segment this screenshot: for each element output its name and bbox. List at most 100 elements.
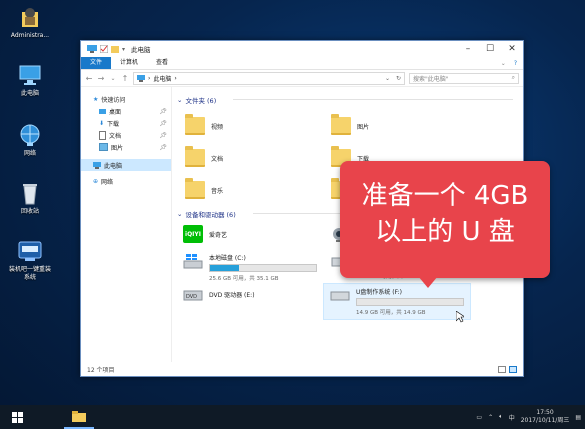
nav-item-pictures[interactable]: 图片 📌︎	[81, 141, 171, 153]
device-label: 本地磁盘 (C:)	[209, 255, 246, 262]
video-folder-icon	[185, 114, 205, 135]
clock-date: 2017/10/11/周三	[520, 417, 570, 424]
chevron-down-icon: ⌄	[177, 210, 183, 218]
desktop-icon-zhuangjiba[interactable]: 装机吧一键重装系统	[8, 238, 52, 282]
help-icon[interactable]: ?	[514, 60, 517, 67]
navigation-pane: ★ 快速访问 桌面 📌︎ ⬇ 下载 📌︎ 文档 📌︎ 图片 📌︎ 此电脑 ⊕ 网…	[81, 87, 172, 362]
zhuangjiba-app-icon	[17, 238, 43, 264]
device-tile-usb-f[interactable]: U盘制作系统 (F:) 14.9 GB 可用，共 14.9 GB	[323, 283, 471, 320]
download-arrow-icon: ⬇	[99, 119, 105, 127]
nav-label: 文档	[109, 132, 122, 140]
nav-network[interactable]: ⊕ 网络	[81, 175, 171, 187]
folder-tile-documents[interactable]: 文档	[185, 146, 224, 167]
nav-label: 图片	[111, 144, 124, 152]
star-icon: ★	[93, 95, 99, 103]
search-placeholder: 搜索"此电脑"	[413, 75, 449, 83]
callout-tail	[418, 276, 438, 288]
pin-icon[interactable]: 📌︎	[159, 144, 167, 151]
new-folder-icon[interactable]	[111, 45, 119, 53]
network-tray-icon[interactable]: ▭	[476, 414, 482, 421]
nav-quick-access[interactable]: ★ 快速访问	[81, 93, 171, 105]
folder-label: 图片	[357, 123, 370, 131]
maximize-button[interactable]: ☐	[479, 41, 501, 57]
properties-icon[interactable]	[100, 45, 108, 53]
device-tile-drive-c[interactable]: 本地磁盘 (C:) 25.6 GB 可用，共 35.1 GB	[183, 253, 317, 282]
pin-icon[interactable]: 📌︎	[159, 108, 167, 115]
tab-file[interactable]: 文件	[81, 57, 112, 69]
devices-group-header[interactable]: ⌄ 设备和驱动器 (6)	[177, 209, 236, 219]
nav-label: 此电脑	[104, 162, 123, 170]
large-icons-view-icon[interactable]	[509, 366, 517, 373]
show-hidden-icons[interactable]: ⌃	[488, 414, 493, 421]
details-view-icon[interactable]	[498, 366, 506, 373]
desktop-icon-this-pc[interactable]: 此电脑	[8, 62, 52, 98]
user-folder-icon	[17, 4, 43, 30]
up-arrow-icon[interactable]: ↑	[121, 74, 129, 83]
callout-line-2: 以上的 U 盘	[375, 217, 515, 247]
recent-locations-icon[interactable]: ⌄	[109, 75, 117, 82]
chevron-down-icon: ⌄	[177, 96, 183, 104]
picture-folder-icon	[331, 114, 351, 135]
folders-group-header[interactable]: ⌄ 文件夹 (6)	[177, 95, 216, 105]
taskbar-file-explorer[interactable]	[64, 405, 94, 429]
desktop-icon-admin[interactable]: Administra...	[8, 4, 52, 40]
forward-arrow-icon[interactable]: →	[97, 74, 105, 83]
desktop-icon-recycle-bin[interactable]: 回收站	[8, 180, 52, 216]
desktop-icon-network[interactable]: 网络	[8, 122, 52, 158]
address-dropdown-icon[interactable]: ⌄	[385, 75, 393, 82]
view-toggle-icons[interactable]	[498, 366, 517, 373]
pin-icon[interactable]: 📌︎	[159, 132, 167, 139]
group-title: 文件夹 (6)	[185, 97, 217, 105]
annotation-callout: 准备一个 4GB 以上的 U 盘	[340, 161, 550, 288]
nav-label: 快速访问	[101, 96, 126, 104]
desktop-icon-label: 网络	[23, 150, 36, 157]
minimize-button[interactable]: –	[457, 41, 479, 57]
group-title: 设备和驱动器 (6)	[185, 211, 236, 219]
volume-tray-icon[interactable]: 🔈︎	[499, 413, 503, 421]
windows-logo-icon	[11, 411, 23, 423]
device-tile-iqiyi[interactable]: iQIYI 爱奇艺	[183, 225, 227, 243]
start-button[interactable]	[0, 405, 34, 429]
clock[interactable]: 17:50 2017/10/11/周三	[521, 409, 570, 425]
folder-icon	[72, 410, 86, 422]
chevron-down-icon[interactable]: ▾	[122, 46, 125, 53]
back-arrow-icon[interactable]: ←	[85, 74, 93, 83]
folder-tile-videos[interactable]: 视频	[185, 114, 223, 135]
tab-view[interactable]: 查看	[147, 57, 177, 69]
desktop-icon-label: 此电脑	[20, 90, 39, 97]
device-label: 爱奇艺	[209, 231, 228, 239]
search-input[interactable]: 搜索"此电脑" ⌕	[409, 72, 519, 84]
nav-item-documents[interactable]: 文档 📌︎	[81, 129, 171, 141]
desktop-icon-label: Administra...	[10, 32, 50, 39]
address-input[interactable]: › 此电脑 › ⌄ ↻	[133, 71, 405, 85]
folder-tile-pictures[interactable]: 图片	[331, 114, 370, 135]
close-button[interactable]: ✕	[501, 41, 523, 57]
refresh-icon[interactable]: ↻	[396, 75, 404, 82]
iqiyi-icon: iQIYI	[183, 225, 203, 243]
device-tile-dvd[interactable]: DVD DVD 驱动器 (E:)	[183, 287, 255, 301]
nav-label: 网络	[101, 178, 114, 186]
recycle-bin-icon	[17, 180, 43, 206]
svg-text:DVD: DVD	[186, 294, 197, 300]
clock-time: 17:50	[536, 409, 554, 416]
folder-label: 文档	[211, 155, 224, 163]
nav-this-pc[interactable]: 此电脑	[81, 159, 171, 171]
status-bar-text: 12 个项目	[87, 367, 115, 374]
notification-icon[interactable]: ▤	[575, 414, 581, 421]
nav-item-downloads[interactable]: ⬇ 下载 📌︎	[81, 117, 171, 129]
computer-small-icon	[87, 45, 97, 53]
drive-usage-bar	[356, 298, 464, 306]
tab-computer[interactable]: 计算机	[111, 57, 147, 69]
nav-item-desktop[interactable]: 桌面 📌︎	[81, 105, 171, 117]
device-label: DVD 驱动器 (E:)	[209, 291, 255, 299]
breadcrumb[interactable]: 此电脑	[153, 74, 171, 83]
computer-small-icon	[137, 74, 145, 82]
group-divider	[233, 99, 513, 100]
taskbar: ▭ ⌃ 🔈︎ 中 17:50 2017/10/11/周三 ▤	[0, 405, 585, 429]
drive-free-text: 14.9 GB 可用，共 14.9 GB	[356, 310, 426, 316]
folder-tile-music[interactable]: 音乐	[185, 178, 223, 199]
ribbon-expand-icon[interactable]: ⌄	[501, 60, 506, 67]
ime-indicator[interactable]: 中	[509, 413, 515, 422]
pin-icon[interactable]: 📌︎	[159, 120, 167, 127]
network-small-icon: ⊕	[93, 177, 99, 185]
